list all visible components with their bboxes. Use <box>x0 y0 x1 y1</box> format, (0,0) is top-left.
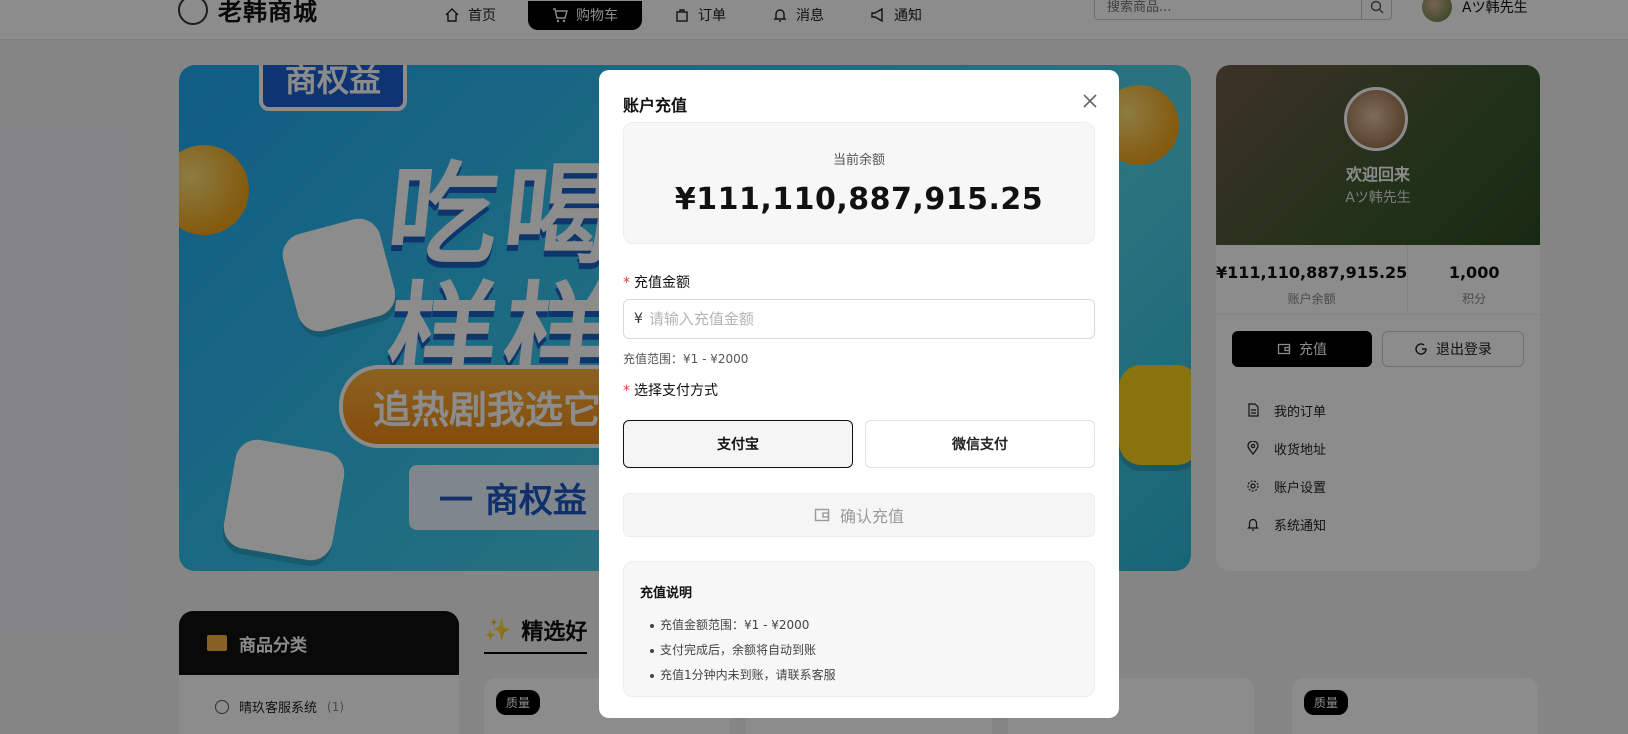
payment-label: * 选择支付方式 <box>623 380 718 400</box>
range-hint: 充值范围：¥1 - ¥2000 <box>623 352 749 366</box>
notes-title: 充值说明 <box>640 586 693 601</box>
payment-label-text: 选择支付方式 <box>634 383 718 399</box>
payment-alipay-label: 支付宝 <box>717 437 759 453</box>
close-button[interactable] <box>1079 90 1101 112</box>
current-balance-box: 当前余额 ¥111,110,887,915.25 <box>623 122 1095 244</box>
confirm-recharge-label: 确认充值 <box>839 507 904 526</box>
current-balance-label: 当前余额 <box>832 153 885 168</box>
current-balance-value: ¥111,110,887,915.25 <box>674 182 1044 217</box>
note-item: 充值1分钟内未到账，请联系客服 <box>650 663 1078 688</box>
note-item: 充值金额范围：¥1 - ¥2000 <box>650 613 1078 638</box>
required-mark: * <box>623 383 630 399</box>
payment-wechat[interactable]: 微信支付 <box>865 420 1095 468</box>
wallet-icon <box>814 508 830 522</box>
modal-title: 账户充值 <box>623 96 688 115</box>
notes-list: 充值金额范围：¥1 - ¥2000 支付完成后，余额将自动到账 充值1分钟内未到… <box>640 613 1078 688</box>
close-icon <box>1083 94 1097 108</box>
amount-field: ¥ <box>623 299 1095 339</box>
recharge-modal: 账户充值 当前余额 ¥111,110,887,915.25 *充值金额 ¥ 充值… <box>599 70 1119 718</box>
required-mark: * <box>623 275 630 291</box>
recharge-notes: 充值说明 充值金额范围：¥1 - ¥2000 支付完成后，余额将自动到账 充值1… <box>623 561 1095 697</box>
payment-alipay[interactable]: 支付宝 <box>623 420 853 468</box>
note-item: 支付完成后，余额将自动到账 <box>650 638 1078 663</box>
amount-input[interactable] <box>648 310 1094 328</box>
payment-wechat-label: 微信支付 <box>952 437 1008 453</box>
amount-label: * 充值金额 <box>623 272 690 292</box>
amount-label-text: 充值金额 <box>634 275 690 291</box>
confirm-recharge-button[interactable]: 确认充值 <box>623 493 1095 537</box>
currency-symbol: ¥ <box>634 311 643 327</box>
